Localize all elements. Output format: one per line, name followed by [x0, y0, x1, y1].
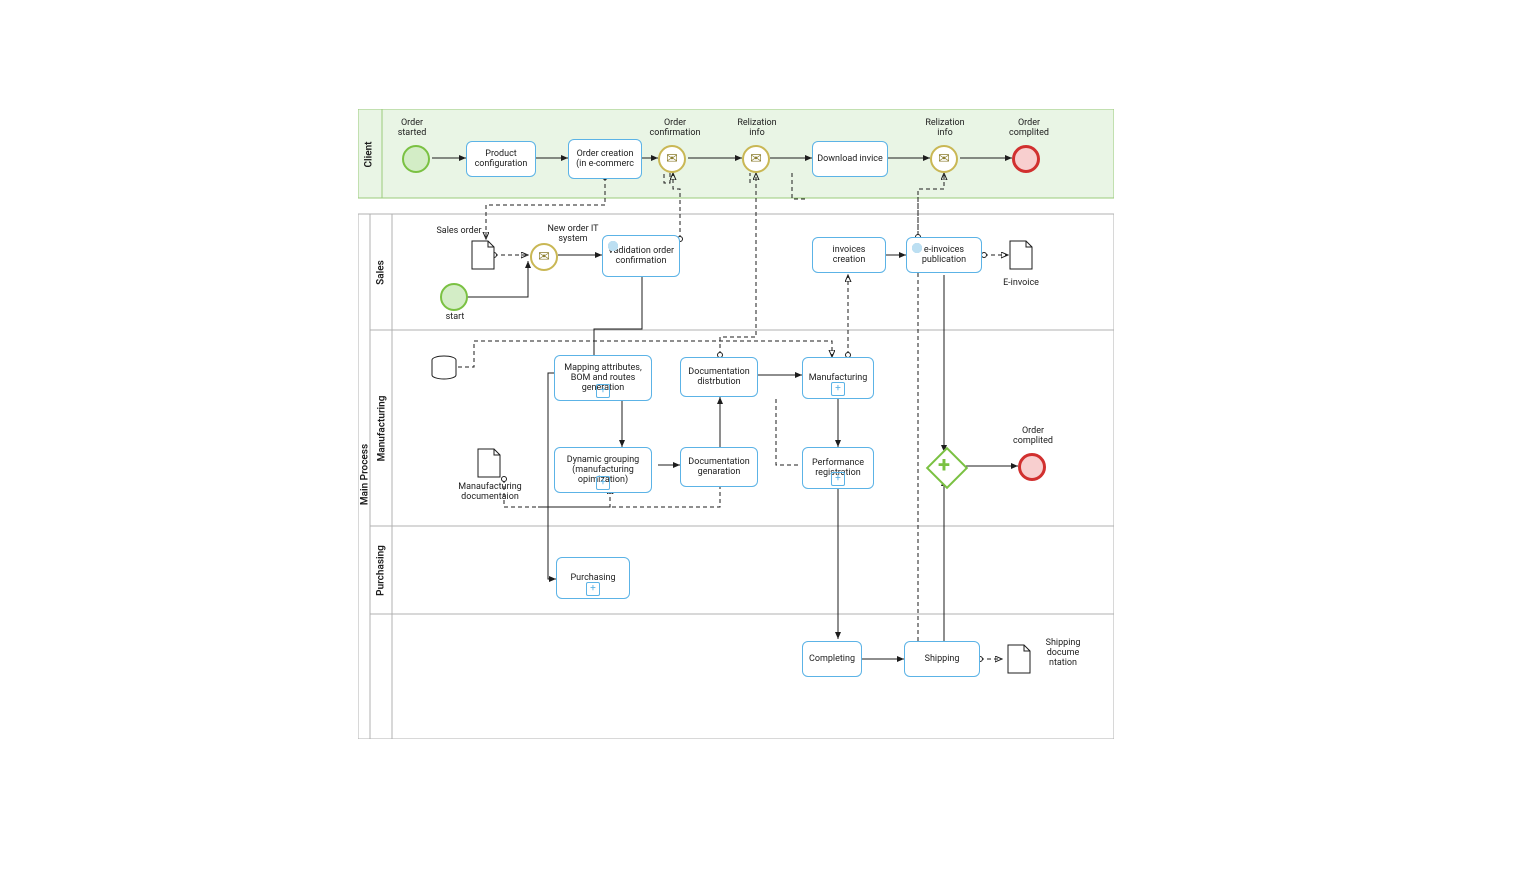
label-shipping-doc: Shipping docume ntation — [1038, 639, 1088, 669]
task-manufacturing: Manufacturing — [802, 357, 874, 399]
label-relization1: Relization info — [732, 119, 782, 139]
label-order-completed-main: Order complited — [1008, 427, 1058, 447]
label-order-started: Order started — [392, 119, 432, 139]
task-doc-generation: Documentation genaration — [680, 447, 758, 487]
event-order-started — [402, 145, 430, 173]
gateway-plus-icon: + — [938, 455, 950, 477]
label-sales-order: Sales order — [434, 227, 484, 237]
task-validation: Vadidation order confirmation — [602, 235, 680, 277]
flow-arrows — [358, 109, 1114, 739]
task-purchasing: Purchasing — [556, 557, 630, 599]
artifact-einvoice — [1008, 239, 1034, 271]
pool-client-label: Client — [364, 140, 375, 170]
event-new-order-it — [530, 243, 558, 271]
artifact-database — [430, 355, 458, 381]
task-product-config: Product configuration — [466, 141, 536, 177]
lane-purchasing-label: Purchasing — [376, 544, 387, 598]
task-einvoices-publication: e-invoices publication — [906, 237, 982, 273]
label-mfg-doc: Manaufacturing documentaion — [456, 483, 524, 503]
artifact-shipping-doc — [1006, 643, 1032, 675]
task-invoices-creation: invoices creation — [812, 237, 886, 273]
task-performance-registration: Performance registration — [802, 447, 874, 489]
event-sales-start — [440, 283, 468, 311]
event-order-completed-main — [1018, 453, 1046, 481]
event-relization-info-1 — [742, 145, 770, 173]
label-einvoice: E-invoice — [996, 279, 1046, 289]
artifact-mfg-doc — [476, 447, 502, 479]
label-new-order-it: New order IT system — [546, 225, 600, 245]
task-shipping: Shipping — [904, 641, 980, 677]
task-mapping: Mapping attributes, BOM and routes gener… — [554, 355, 652, 401]
task-doc-distribution: Documentation distrbution — [680, 357, 758, 397]
task-download-invoice: Download invice — [812, 141, 888, 177]
event-order-confirmation — [658, 145, 686, 173]
lane-sales-label: Sales — [376, 258, 387, 288]
event-relization-info-2 — [930, 145, 958, 173]
lane-mfg-label: Manufacturing — [377, 391, 388, 467]
label-order-completed-client: Order complited — [1004, 119, 1054, 139]
task-dynamic-grouping: Dynamic grouping (manufacturing opimizat… — [554, 447, 652, 493]
pool-main-label: Main Process — [360, 440, 371, 510]
task-completing: Completing — [802, 641, 862, 677]
artifact-sales-order-doc — [470, 239, 496, 271]
event-order-completed-client — [1012, 145, 1040, 173]
label-order-confirm: Order confirmation — [648, 119, 702, 139]
label-relization2: Relization info — [920, 119, 970, 139]
label-sales-start: start — [442, 313, 468, 323]
bpmn-diagram: Client Main Process Sales Manufacturing … — [358, 109, 1114, 739]
task-order-creation: Order creation (in e-commerc — [568, 139, 642, 179]
